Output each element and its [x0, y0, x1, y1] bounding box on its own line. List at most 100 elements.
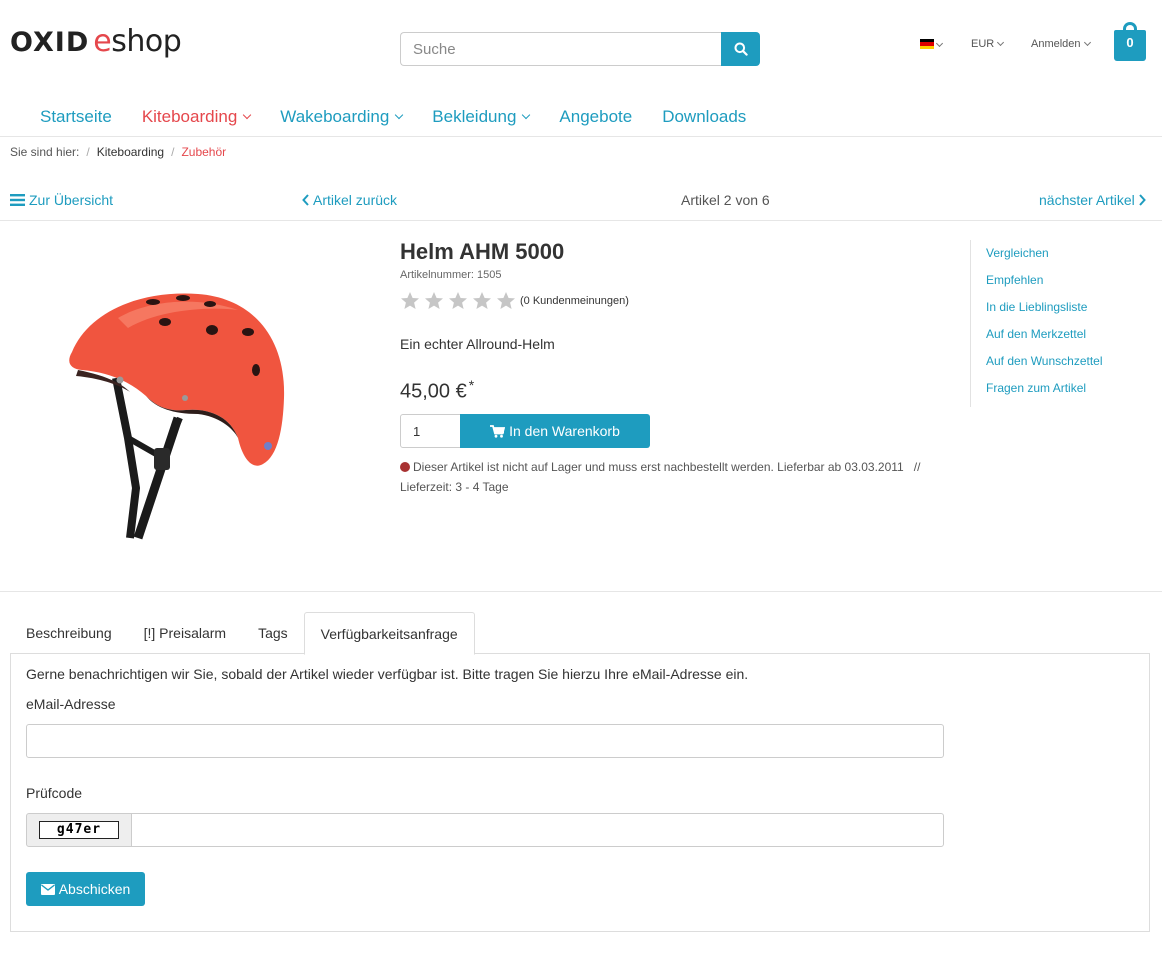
breadcrumb-zubehoer[interactable]: Zubehör [181, 145, 226, 159]
stock-separator: // [913, 460, 921, 474]
next-link-wrap: nächster Artikel [1039, 191, 1146, 209]
chevron-down-icon [522, 110, 531, 120]
previous-article-label: Artikel zurück [313, 192, 398, 208]
product-actions: Vergleichen Empfehlen In die Lieblingsli… [970, 240, 1130, 407]
notice-list-link[interactable]: Auf den Merkzettel [986, 321, 1130, 348]
captcha-image-addon: g47er [26, 813, 132, 847]
login-caret-icon [1083, 38, 1091, 47]
overview-link-wrap: Zur Übersicht [10, 191, 113, 209]
logo-e-letter: e [93, 24, 112, 59]
compare-link[interactable]: Vergleichen [986, 240, 1130, 267]
breadcrumb: Sie sind hier: / Kiteboarding / Zubehör [10, 145, 226, 159]
breadcrumb-separator: / [86, 145, 90, 159]
product-divider [0, 591, 1162, 592]
tab-preisalarm[interactable]: [!] Preisalarm [128, 612, 242, 654]
short-description: Ein echter Allround-Helm [400, 336, 555, 352]
header: OXID eshop EUR Anmelden 0 [0, 0, 1162, 95]
logo-eshop-text: eshop [93, 24, 182, 60]
captcha-field[interactable] [131, 813, 944, 847]
nav-item-wakeboarding[interactable]: Wakeboarding [280, 107, 404, 127]
nav-label: Startseite [40, 107, 112, 126]
next-article-link[interactable]: nächster Artikel [1039, 192, 1146, 208]
article-number: Artikelnummer: 1505 [400, 269, 502, 281]
currency-selector[interactable]: EUR [971, 36, 1005, 52]
flag-de-icon[interactable] [920, 39, 934, 49]
star-rating-icon [401, 292, 515, 309]
nav-label: Wakeboarding [280, 107, 390, 126]
price-value: 45,00 € [400, 380, 467, 403]
currency-label: EUR [971, 38, 995, 50]
product-rating[interactable]: (0 Kundenmeinungen) [400, 291, 629, 311]
stock-status-icon [400, 462, 410, 472]
nav-label: Bekleidung [432, 107, 517, 126]
previous-article-link[interactable]: Artikel zurück [302, 192, 397, 208]
recommend-link[interactable]: Empfehlen [986, 267, 1130, 294]
tab-panel [10, 653, 1150, 932]
quantity-input[interactable] [400, 414, 461, 448]
nav-label: Downloads [662, 107, 747, 126]
email-label: eMail-Adresse [26, 696, 116, 712]
chevron-down-icon [395, 110, 404, 120]
search-icon [734, 42, 748, 56]
nav-divider [0, 136, 1162, 137]
search-input[interactable] [400, 32, 721, 66]
shop-logo[interactable]: OXID eshop [10, 24, 182, 60]
product-tabs: Beschreibung [!] Preisalarm Tags Verfügb… [10, 612, 475, 655]
add-to-cart-label: In den Warenkorb [509, 423, 620, 439]
overview-link[interactable]: Zur Übersicht [10, 192, 113, 208]
language-caret-icon[interactable] [935, 39, 944, 48]
breadcrumb-prefix: Sie sind hier: [10, 145, 80, 159]
chevron-right-icon [1138, 194, 1146, 206]
minibasket-button[interactable]: 0 [1114, 22, 1146, 61]
price-footnote-marker: * [468, 377, 475, 393]
ask-question-link[interactable]: Fragen zum Artikel [986, 375, 1130, 402]
envelope-icon [40, 883, 55, 895]
tab-beschreibung[interactable]: Beschreibung [10, 612, 128, 654]
chevron-left-icon [302, 194, 309, 206]
stock-message: Dieser Artikel ist nicht auf Lager und m… [413, 460, 904, 474]
basket-count: 0 [1126, 35, 1134, 50]
reviews-count[interactable]: (0 Kundenmeinungen) [520, 295, 629, 307]
stock-info: Dieser Artikel ist nicht auf Lager und m… [400, 457, 960, 497]
product-image[interactable] [58, 288, 290, 544]
captcha-label: Prüfcode [26, 785, 83, 801]
nav-label: Angebote [559, 107, 633, 126]
nav-item-kiteboarding[interactable]: Kiteboarding [141, 107, 252, 127]
search-button[interactable] [721, 32, 760, 66]
detail-nav-divider [0, 220, 1162, 221]
chevron-down-icon [243, 110, 252, 120]
add-to-cart-button[interactable]: In den Warenkorb [460, 414, 650, 448]
logo-shop-letters: shop [111, 24, 182, 59]
tab-tags[interactable]: Tags [242, 612, 304, 654]
nav-item-bekleidung[interactable]: Bekleidung [432, 107, 531, 127]
tab-verfuegbarkeitsanfrage[interactable]: Verfügbarkeitsanfrage [303, 612, 475, 655]
product-title: Helm AHM 5000 [400, 239, 565, 264]
product-price: 45,00 € * [400, 377, 474, 404]
list-icon [10, 194, 25, 206]
search-form [400, 32, 760, 66]
cart-icon [490, 424, 506, 438]
submit-button[interactable]: Abschicken [26, 872, 145, 906]
breadcrumb-separator: / [171, 145, 175, 159]
logo-oxid-text: OXID [10, 27, 90, 58]
article-position: Artikel 2 von 6 [681, 192, 770, 208]
nav-item-downloads[interactable]: Downloads [662, 107, 746, 127]
next-article-label: nächster Artikel [1039, 192, 1135, 208]
helmet-image [69, 293, 285, 540]
submit-label: Abschicken [58, 881, 131, 897]
prev-link-wrap: Artikel zurück [302, 191, 397, 209]
currency-caret-icon [997, 38, 1005, 47]
breadcrumb-kiteboarding[interactable]: Kiteboarding [97, 145, 164, 159]
login-button[interactable]: Anmelden [1031, 36, 1091, 52]
nav-item-startseite[interactable]: Startseite [40, 107, 112, 127]
availability-intro: Gerne benachrichtigen wir Sie, sobald de… [26, 666, 749, 682]
wish-list-link[interactable]: Auf den Wunschzettel [986, 348, 1130, 375]
nav-label: Kiteboarding [141, 107, 238, 126]
nav-item-angebote[interactable]: Angebote [559, 107, 632, 127]
delivery-time: Lieferzeit: 3 - 4 Tage [400, 480, 509, 494]
overview-label: Zur Übersicht [29, 192, 114, 208]
captcha-image: g47er [39, 821, 119, 839]
login-label: Anmelden [1031, 38, 1081, 50]
email-field[interactable] [26, 724, 944, 758]
favorites-link[interactable]: In die Lieblingsliste [986, 294, 1130, 321]
